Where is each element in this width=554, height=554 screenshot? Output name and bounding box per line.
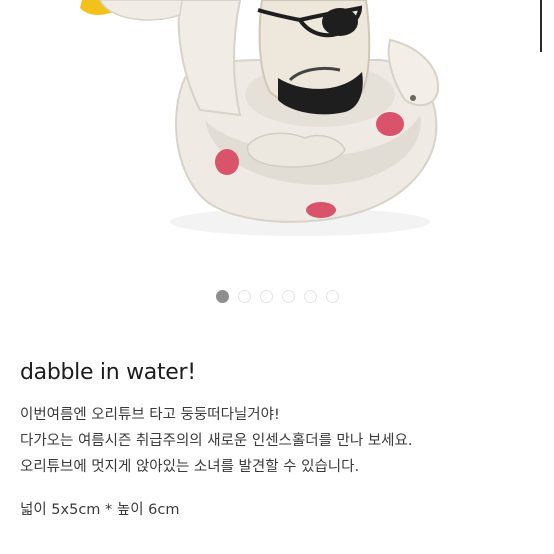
carousel-pagination[interactable] [0, 290, 554, 303]
carousel-dot[interactable] [303, 290, 317, 303]
product-title: dabble in water! [20, 360, 196, 385]
description-line: 다가오는 여름시즌 취급주의의 새로운 인센스홀더를 만나 보세요. [20, 433, 413, 449]
product-detail-page: dabble in water! 이번여름엔 오리튜브 타고 둥둥떠다닐거야! … [0, 0, 554, 554]
carousel-dot[interactable] [325, 290, 339, 303]
description-line: 오리튜브에 멋지게 앉아있는 소녀를 발견할 수 있습니다. [20, 459, 360, 475]
carousel-dot[interactable] [215, 290, 229, 303]
carousel-dot[interactable] [237, 290, 251, 303]
product-photo[interactable] [0, 0, 554, 280]
carousel-dot[interactable] [259, 290, 273, 303]
scrollbar-edge [540, 0, 542, 52]
product-description: 이번여름엔 오리튜브 타고 둥둥떠다닐거야! 다가오는 여름시즌 취급주의의 새… [20, 402, 412, 480]
product-size: 넓이 5x5cm * 높이 6cm [20, 502, 180, 518]
description-line: 이번여름엔 오리튜브 타고 둥둥떠다닐거야! [20, 407, 280, 423]
duck-float-figurine-image [80, 0, 440, 236]
carousel-dot[interactable] [281, 290, 295, 303]
